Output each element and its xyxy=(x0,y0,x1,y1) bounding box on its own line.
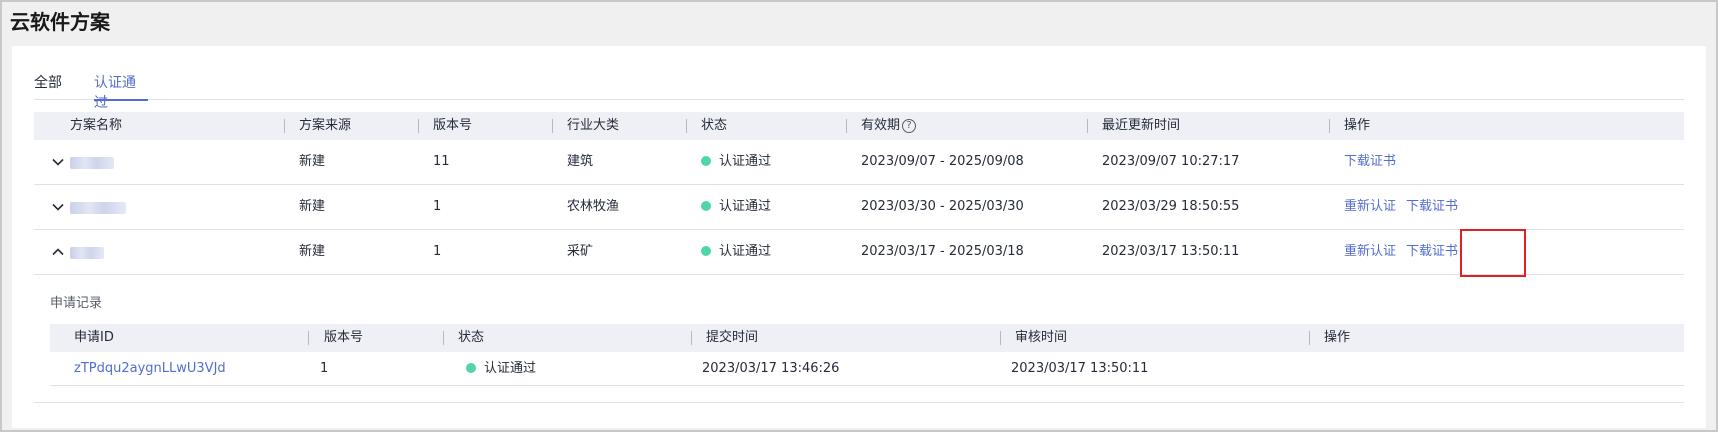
cell-industry: 采矿 xyxy=(567,244,594,259)
cell-validity: 2023/03/17 - 2025/03/18 xyxy=(861,244,1024,259)
application-records-title: 申请记录 xyxy=(50,296,103,311)
cell-updated: 2023/03/17 13:50:11 xyxy=(1102,244,1240,259)
column-separator xyxy=(1087,119,1088,133)
column-header-version: 版本号 xyxy=(433,118,473,133)
cell-status: 认证通过 xyxy=(701,230,771,274)
status-dot-icon xyxy=(701,201,711,211)
cell-version: 11 xyxy=(433,154,450,169)
tab-certified[interactable]: 认证通过 xyxy=(94,72,148,111)
application-id-link[interactable]: zTPdqu2aygnLLwU3VJd xyxy=(74,352,226,386)
column-header-actions: 操作 xyxy=(1344,118,1371,133)
cell-source: 新建 xyxy=(299,154,326,169)
tab-bar: 全部 认证通过 xyxy=(34,72,1684,111)
recertify-link[interactable]: 重新认证 xyxy=(1344,185,1396,229)
status-dot-icon xyxy=(701,156,711,166)
table-row: 新建 11 建筑 认证通过 2023/09/07 - 2025/09/08 20… xyxy=(34,140,1684,185)
column-header-status: 状态 xyxy=(701,118,728,133)
status-label: 认证通过 xyxy=(719,199,772,214)
column-header-name: 方案名称 xyxy=(70,118,123,133)
column-separator xyxy=(1000,331,1001,345)
column-separator xyxy=(686,119,687,133)
sub-table-row: zTPdqu2aygnLLwU3VJd 1 认证通过 2023/03/17 13… xyxy=(50,352,1684,386)
column-separator xyxy=(846,119,847,133)
tab-all[interactable]: 全部 xyxy=(34,72,64,100)
column-separator xyxy=(691,331,692,345)
blurred-solution-name[interactable] xyxy=(70,202,126,214)
column-header-application-id: 申请ID xyxy=(74,330,114,345)
status-label: 认证通过 xyxy=(719,244,772,259)
column-header-submitted: 提交时间 xyxy=(706,330,759,345)
cell-source: 新建 xyxy=(299,199,326,214)
column-separator xyxy=(552,119,553,133)
cell-status: 认证通过 xyxy=(466,352,536,386)
cell-version: 1 xyxy=(433,199,442,214)
row-divider xyxy=(34,274,1684,275)
cell-industry: 建筑 xyxy=(567,154,594,169)
cell-reviewed: 2023/03/17 13:50:11 xyxy=(1011,361,1149,376)
column-header-validity: 有效期 xyxy=(861,118,901,133)
column-header-industry: 行业大类 xyxy=(567,118,620,133)
column-separator xyxy=(1329,119,1330,133)
sub-table-header: 申请ID 版本号 状态 提交时间 审核时间 操作 xyxy=(50,324,1684,352)
download-certificate-link[interactable]: 下载证书 xyxy=(1406,185,1458,229)
column-header-version: 版本号 xyxy=(324,330,364,345)
cell-updated: 2023/09/07 10:27:17 xyxy=(1102,154,1240,169)
column-separator xyxy=(443,331,444,345)
chevron-down-icon[interactable] xyxy=(50,199,66,215)
column-header-reviewed: 审核时间 xyxy=(1015,330,1068,345)
cell-industry: 农林牧渔 xyxy=(567,199,620,214)
status-label: 认证通过 xyxy=(719,154,772,169)
cell-validity: 2023/03/30 - 2025/03/30 xyxy=(861,199,1024,214)
status-dot-icon xyxy=(701,246,711,256)
download-certificate-link[interactable]: 下载证书 xyxy=(1344,140,1396,184)
cell-version: 1 xyxy=(320,361,329,376)
cell-status: 认证通过 xyxy=(701,185,771,229)
status-label: 认证通过 xyxy=(484,361,537,376)
chevron-up-icon[interactable] xyxy=(50,244,66,260)
blurred-solution-name[interactable] xyxy=(70,247,104,259)
table-row-expanded: 新建 1 采矿 认证通过 2023/03/17 - 2025/03/18 202… xyxy=(34,230,1684,275)
cell-status: 认证通过 xyxy=(701,140,771,184)
content-card: 全部 认证通过 方案名称 方案来源 版本号 行业大类 状态 有效期 ? 最近更新… xyxy=(12,46,1706,428)
column-separator xyxy=(308,331,309,345)
cell-updated: 2023/03/29 18:50:55 xyxy=(1102,199,1240,214)
cell-source: 新建 xyxy=(299,244,326,259)
column-separator xyxy=(418,119,419,133)
chevron-down-icon[interactable] xyxy=(50,154,66,170)
column-separator xyxy=(1309,331,1310,345)
cell-version: 1 xyxy=(433,244,442,259)
column-header-updated: 最近更新时间 xyxy=(1102,118,1181,133)
cell-validity: 2023/09/07 - 2025/09/08 xyxy=(861,154,1024,169)
table-header: 方案名称 方案来源 版本号 行业大类 状态 有效期 ? 最近更新时间 操作 xyxy=(34,112,1684,140)
column-header-source: 方案来源 xyxy=(299,118,352,133)
column-header-actions: 操作 xyxy=(1324,330,1351,345)
recertify-link[interactable]: 重新认证 xyxy=(1344,230,1396,274)
column-separator xyxy=(284,119,285,133)
table-row: 新建 1 农林牧渔 认证通过 2023/03/30 - 2025/03/30 2… xyxy=(34,185,1684,230)
table-bottom-divider xyxy=(34,402,1684,403)
blurred-solution-name[interactable] xyxy=(70,157,114,169)
cell-submitted: 2023/03/17 13:46:26 xyxy=(702,361,840,376)
download-certificate-link[interactable]: 下载证书 xyxy=(1406,230,1458,274)
column-header-status: 状态 xyxy=(458,330,485,345)
status-dot-icon xyxy=(466,363,476,373)
page-title: 云软件方案 xyxy=(10,10,110,34)
highlight-annotation-box xyxy=(1460,229,1526,277)
help-circle-icon[interactable]: ? xyxy=(902,119,916,133)
